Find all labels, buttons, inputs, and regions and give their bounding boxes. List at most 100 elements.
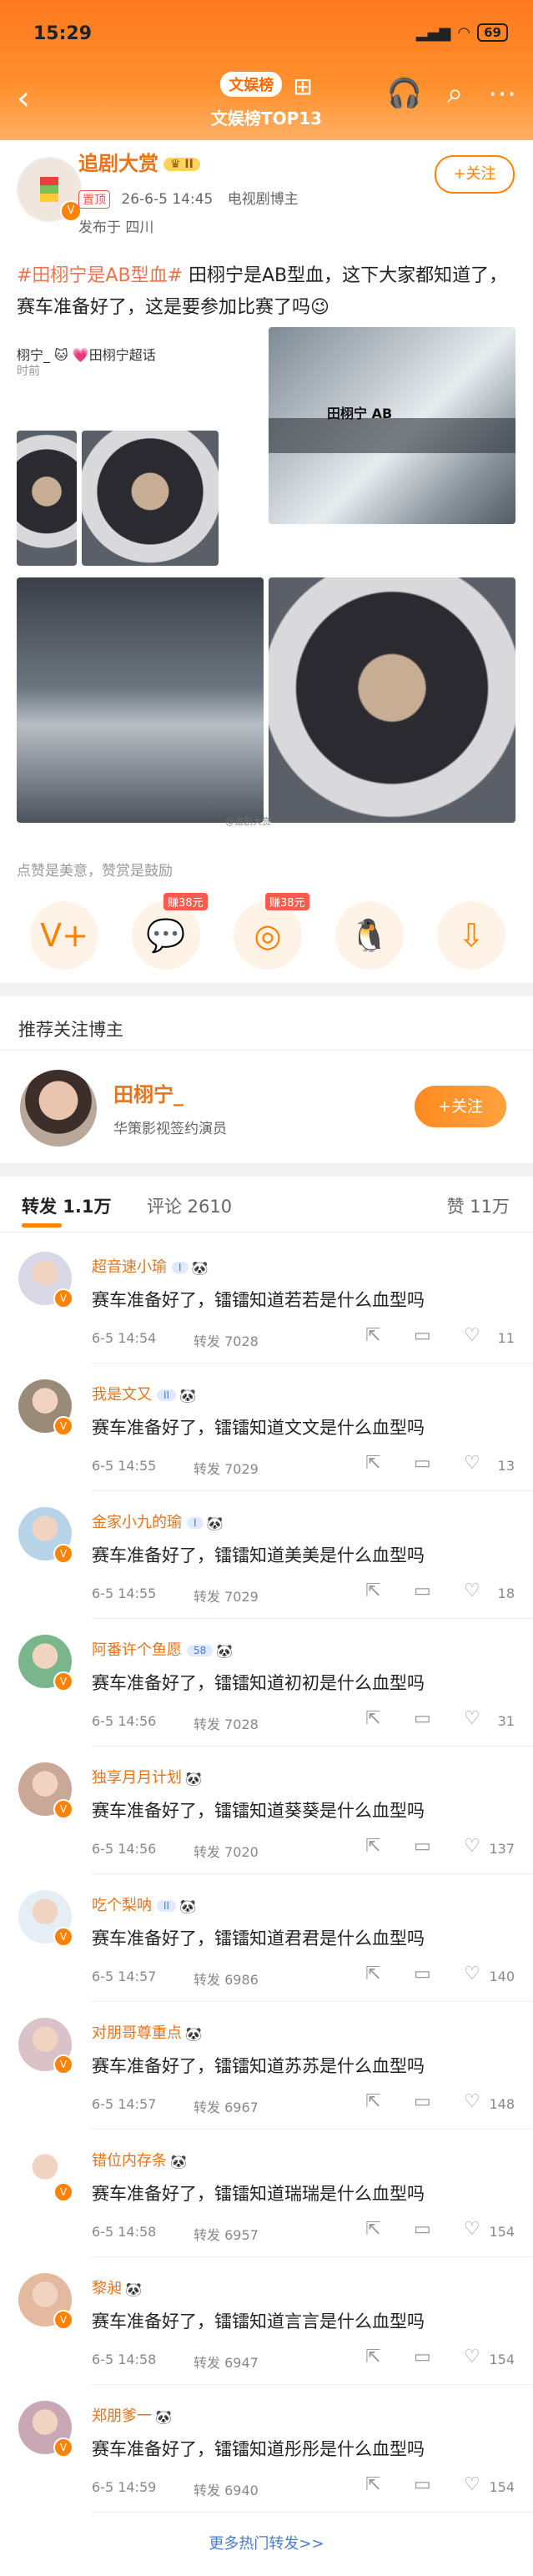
tab-like[interactable]: 赞 11万	[447, 1193, 510, 1218]
like-count: 18	[497, 1585, 515, 1601]
comment-icon[interactable]: ▭	[414, 1964, 431, 1984]
headphones-icon[interactable]: 🎧	[387, 77, 422, 110]
repost-count: 转发 6947	[194, 2355, 259, 2371]
repost-user[interactable]: 我是文又 II 🐼	[92, 1383, 196, 1404]
repost-row[interactable]: V 我是文又 II 🐼 赛车准备好了，镭镭知道文文是什么血型吗 6-5 14:55 转发 7…	[0, 1364, 533, 1491]
share-icon[interactable]: ⇱	[365, 2219, 380, 2240]
comment-icon[interactable]: ▭	[414, 2219, 431, 2240]
emoji-icon: 🐼	[179, 1387, 196, 1404]
moments-icon[interactable]: ◎	[234, 901, 302, 970]
like-count: 148	[489, 2096, 515, 2112]
repost-time: 6-5 14:59	[92, 2479, 157, 2495]
post-image-2[interactable]	[82, 431, 219, 566]
share-icon[interactable]: ⇱	[365, 1836, 380, 1857]
like-icon[interactable]: ♡	[464, 1708, 480, 1729]
repost-user[interactable]: 郑朋爹一 🐼	[92, 2404, 172, 2426]
comment-icon[interactable]: ▭	[414, 1708, 431, 1729]
hashtag-link[interactable]: #田栩宁是AB型血#	[17, 265, 183, 286]
comment-icon[interactable]: ▭	[414, 1580, 431, 1601]
like-count: 11	[497, 1330, 515, 1346]
post-location: 发布于 四川	[78, 219, 154, 236]
more-reposts-link[interactable]: 更多热门转发>>	[0, 2532, 533, 2553]
comment-icon[interactable]: ▭	[414, 2347, 431, 2367]
section-divider	[0, 983, 533, 996]
level-badge: II	[157, 1389, 177, 1401]
like-icon[interactable]: ♡	[464, 1453, 480, 1474]
post-image-5[interactable]	[269, 577, 515, 823]
repost-row[interactable]: V 阿番许个鱼愿 58 🐼 赛车准备好了，镭镭知道初初是什么血型吗 6-5 14:56 转发…	[0, 1620, 533, 1747]
like-icon[interactable]: ♡	[464, 1964, 480, 1984]
like-count: 31	[497, 1713, 515, 1729]
recommend-follow-button[interactable]: +关注	[415, 1086, 506, 1127]
repost-user[interactable]: 独享月月计划 🐼	[92, 1766, 202, 1787]
repost-text: 赛车准备好了，镭镭知道苏苏是什么血型吗	[92, 2056, 425, 2076]
repost-user[interactable]: 阿番许个鱼愿 58 🐼	[92, 1638, 233, 1660]
share-icon[interactable]: ⇱	[365, 2091, 380, 2112]
verified-badge-icon: V	[53, 2437, 73, 2458]
comment-icon[interactable]: ▭	[414, 1836, 431, 1857]
repost-count: 转发 7028	[194, 1333, 259, 1349]
wechat-reward-tag: 赚38元	[163, 893, 208, 910]
emoji-icon: 🐼	[216, 1642, 234, 1659]
share-icon[interactable]: ⇱	[365, 2347, 380, 2367]
share-icon[interactable]: ⇱	[365, 1580, 380, 1601]
like-icon[interactable]: ♡	[464, 1836, 480, 1857]
repost-row[interactable]: V 错位内存条 🐼 赛车准备好了，镭镭知道瑞瑞是什么血型吗 6-5 14:58 转发 69…	[0, 2130, 533, 2257]
emoji-icon: 🐼	[125, 2281, 142, 2297]
repost-user[interactable]: 黎昶 🐼	[92, 2276, 142, 2298]
recommend-avatar[interactable]	[20, 1070, 97, 1147]
repost-row[interactable]: V 黎昶 🐼 赛车准备好了，镭镭知道言言是什么血型吗 6-5 14:58 转发 6947 ⇱…	[0, 2258, 533, 2385]
like-icon[interactable]: ♡	[464, 2347, 480, 2367]
comment-icon[interactable]: ▭	[414, 1325, 431, 1346]
save-image-icon[interactable]: ⇩	[437, 901, 505, 970]
share-icon[interactable]: ⇱	[365, 2474, 380, 2495]
like-icon[interactable]: ♡	[464, 1325, 480, 1346]
verified-badge-icon: V	[53, 2310, 73, 2330]
repost-user[interactable]: 超音速小瑜 I 🐼	[92, 1255, 208, 1277]
repost-row[interactable]: V 独享月月计划 🐼 赛车准备好了，镭镭知道葵葵是什么血型吗 6-5 14:56 转发 7…	[0, 1747, 533, 1874]
repost-ref[interactable]: 栩宁_ 🐱 💗田栩宁超话	[17, 344, 156, 364]
repost-row[interactable]: V 对朋哥尊重点 🐼 赛车准备好了，镭镭知道苏苏是什么血型吗 6-5 14:57 转发 6…	[0, 2003, 533, 2130]
tab-comment[interactable]: 评论 2610	[147, 1193, 232, 1218]
post-image-3[interactable]: 田栩宁 AB	[269, 327, 515, 524]
repost-user[interactable]: 对朋哥尊重点 🐼	[92, 2021, 202, 2043]
tab-repost[interactable]: 转发 1.1万	[22, 1193, 112, 1218]
post-image-4[interactable]	[17, 577, 264, 823]
wechat-icon[interactable]: 💬	[132, 901, 200, 970]
moments-reward-tag: 赚38元	[265, 893, 309, 910]
share-icon[interactable]: ⇱	[365, 1708, 380, 1729]
share-icon[interactable]: ⇱	[365, 1453, 380, 1474]
author-name[interactable]: 追剧大赏 ♛ II	[78, 147, 200, 176]
repost-user-name: 对朋哥尊重点	[92, 2024, 182, 2042]
comment-icon[interactable]: ▭	[414, 2474, 431, 2495]
like-icon[interactable]: ♡	[464, 1580, 480, 1601]
search-icon[interactable]: ⌕	[447, 77, 463, 110]
share-icon[interactable]: ⇱	[365, 1964, 380, 1984]
repost-user[interactable]: 错位内存条 🐼	[92, 2149, 187, 2170]
like-icon[interactable]: ♡	[464, 2219, 480, 2240]
comment-icon[interactable]: ▭	[414, 2091, 431, 2112]
verified-badge-icon: V	[53, 2054, 73, 2074]
repost-row[interactable]: V 郑朋爹一 🐼 赛车准备好了，镭镭知道彤彤是什么血型吗 6-5 14:59 转发 694…	[0, 2386, 533, 2513]
grid-icon: ⊞	[293, 73, 313, 100]
share-icon[interactable]: ⇱	[365, 1325, 380, 1346]
like-count: 13	[497, 1458, 515, 1474]
qq-icon[interactable]: 🐧	[335, 901, 404, 970]
repost-row[interactable]: V 吃个梨呐 II 🐼 赛车准备好了，镭镭知道君君是什么血型吗 6-5 14:57 转发 6…	[0, 1875, 533, 2002]
verified-badge-icon: V	[53, 1927, 73, 1947]
comment-icon[interactable]: ▭	[414, 1453, 431, 1474]
follow-button[interactable]: +关注	[435, 155, 515, 194]
repost-row[interactable]: V 金家小九的瑜 I 🐼 赛车准备好了，镭镭知道美美是什么血型吗 6-5 14:55 转发 …	[0, 1492, 533, 1619]
repost-user[interactable]: 吃个梨呐 II 🐼	[92, 1893, 196, 1915]
reward-row: V+ 💬 赚38元 ◎ 赚38元 🐧 ⇩	[30, 893, 505, 976]
repost-text: 赛车准备好了，镭镭知道美美是什么血型吗	[92, 1545, 425, 1565]
like-icon[interactable]: ♡	[464, 2474, 480, 2495]
repost-text: 赛车准备好了，镭镭知道君君是什么血型吗	[92, 1928, 425, 1948]
vplus-icon[interactable]: V+	[30, 901, 98, 970]
more-icon[interactable]: ⋯	[488, 77, 516, 110]
recommend-name[interactable]: 田栩宁_	[113, 1078, 184, 1107]
repost-row[interactable]: V 超音速小瑜 I 🐼 赛车准备好了，镭镭知道若若是什么血型吗 6-5 14:54 转发 7…	[0, 1237, 533, 1364]
like-icon[interactable]: ♡	[464, 2091, 480, 2112]
post-image-1[interactable]	[17, 431, 77, 566]
repost-user[interactable]: 金家小九的瑜 I 🐼	[92, 1510, 223, 1532]
